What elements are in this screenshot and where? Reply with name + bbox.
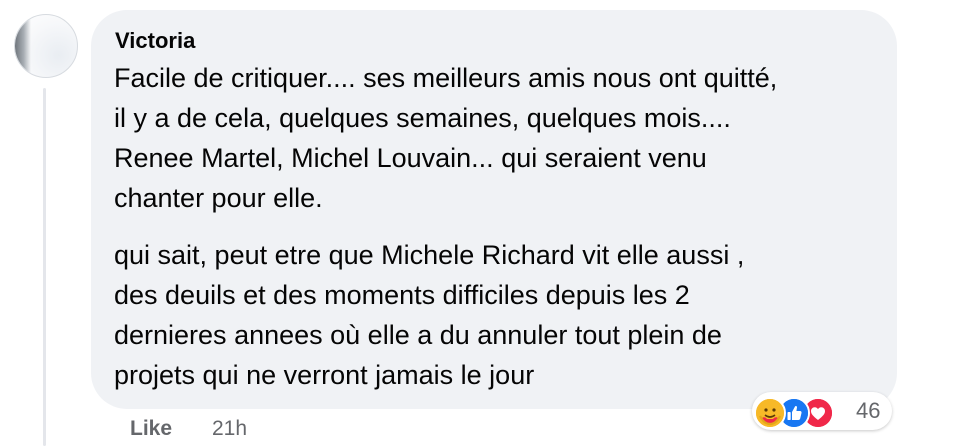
comment-text-line: projets qui ne verront jamais le jour (114, 360, 535, 390)
comment-text-line: qui sait, peut etre que Michele Richard … (114, 240, 745, 270)
comment-text-line: des deuils et des moments difficiles dep… (114, 280, 690, 310)
comment-paragraph-2: qui sait, peut etre que Michele Richard … (114, 235, 744, 395)
comment-text-line: il y a de cela, quelques semaines, quelq… (114, 103, 731, 133)
care-reaction-icon (754, 397, 786, 429)
comment-text-line: Facile de critiquer.... ses meilleurs am… (114, 63, 778, 93)
reaction-summary[interactable]: 46 (752, 392, 892, 430)
comment-timestamp[interactable]: 21h (212, 416, 247, 442)
comment-text-line: dernieres annees où elle a du annuler to… (114, 320, 722, 350)
comment-text-line: chanter pour elle. (114, 183, 323, 213)
comment-paragraph-1: Facile de critiquer.... ses meilleurs am… (114, 58, 777, 218)
like-button[interactable]: Like (130, 416, 172, 442)
avatar-shade (15, 15, 31, 77)
comment-text-line: Renee Martel, Michel Louvain... qui sera… (114, 143, 707, 173)
avatar[interactable] (14, 14, 78, 78)
reaction-count: 46 (856, 398, 881, 423)
comment-thread: Victoria Facile de critiquer.... ses mei… (0, 0, 972, 446)
thread-connector-line (43, 88, 46, 446)
comment-author-name[interactable]: Victoria (115, 28, 195, 54)
